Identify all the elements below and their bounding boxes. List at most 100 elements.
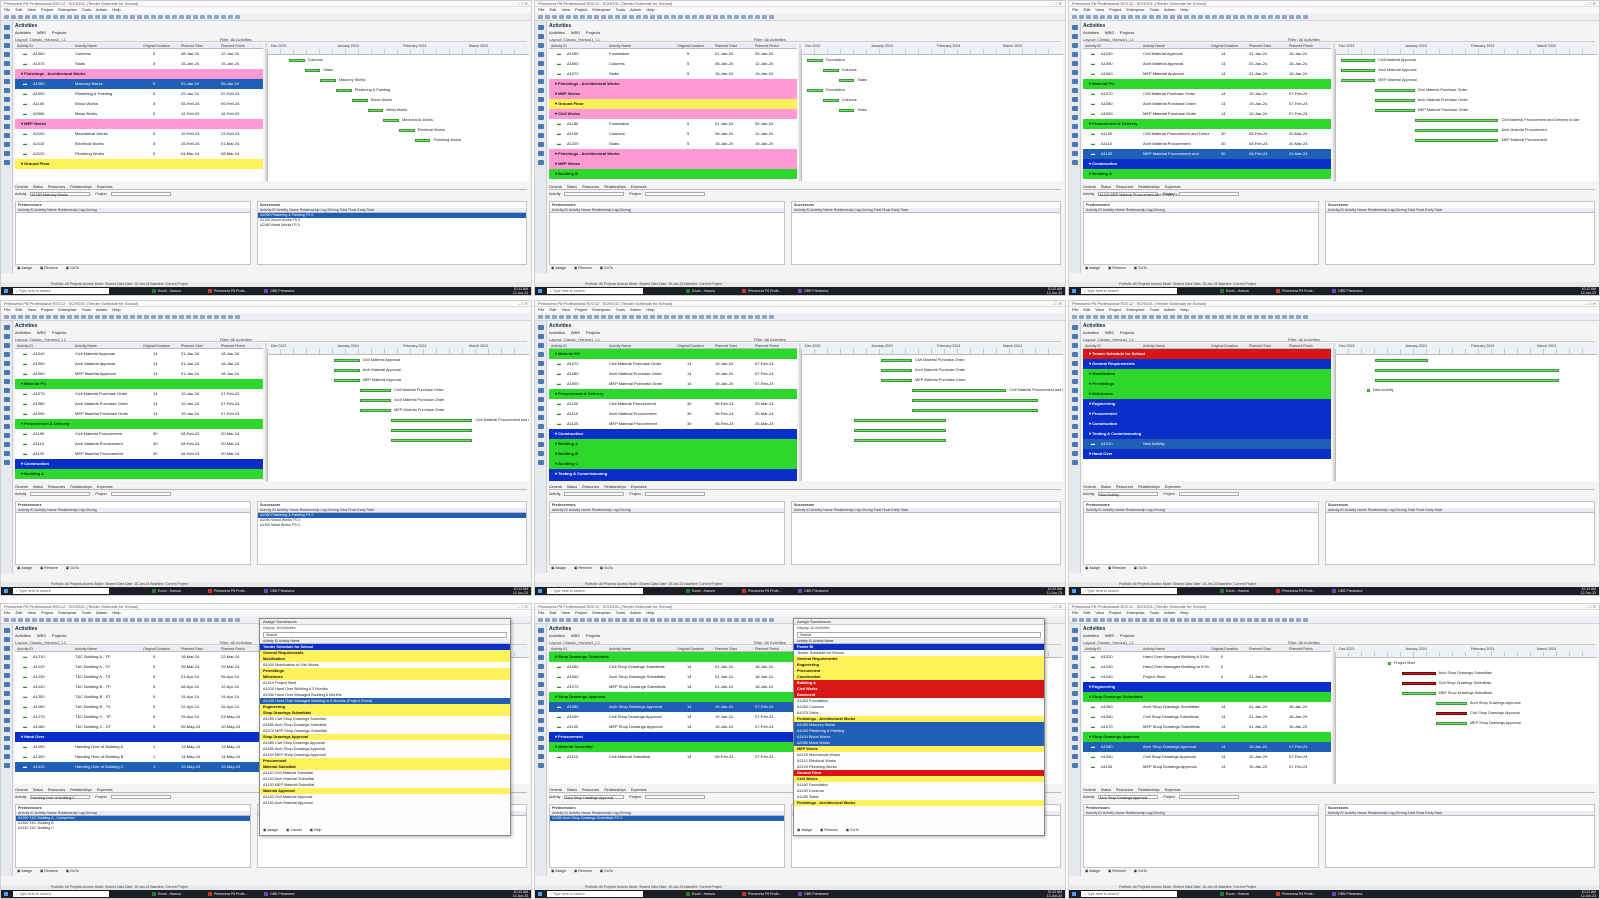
toolbar-icon[interactable]	[559, 15, 564, 19]
menu-item-admin[interactable]: Admin	[96, 307, 107, 312]
remove-button[interactable]: ▣ Remove	[40, 266, 58, 270]
toolbar-icon[interactable]	[123, 15, 128, 19]
directory-icon[interactable]	[538, 79, 544, 84]
tab-activities[interactable]: Activities	[1083, 330, 1099, 335]
directory-icon[interactable]	[4, 61, 10, 66]
tab-expenses[interactable]: Expenses	[631, 788, 647, 792]
directory-icon[interactable]	[4, 709, 10, 714]
table-row[interactable]: ▬ A1100 Civil Material Procurement and Del…	[1083, 129, 1331, 139]
predecessor-row[interactable]: A1310 T&C Building C	[16, 826, 250, 831]
directory-icon[interactable]	[4, 745, 10, 750]
directory-icon[interactable]	[1072, 673, 1078, 678]
toolbar-icon[interactable]	[88, 618, 93, 622]
toolbar-icon[interactable]	[235, 15, 240, 19]
table-row[interactable]: ▬ A1180 Foundation 5 01-Jan-24 05-Jan-24	[549, 119, 797, 129]
gantt-bar[interactable]	[288, 59, 305, 62]
menu-item-help[interactable]: Help	[646, 7, 654, 12]
table-row[interactable]: ▬ A1070 Slabs 5 15-Jan-24 19-Jan-24	[549, 69, 797, 79]
menu-item-tools[interactable]: Tools	[82, 307, 91, 312]
table-row[interactable]: ▬ A1050 Arch Shop Drawings Submittals 14 01-…	[1083, 702, 1331, 712]
project-field[interactable]	[110, 795, 171, 800]
toolbar-icon[interactable]	[538, 15, 543, 19]
gantt-bar[interactable]	[1414, 129, 1499, 132]
toolbar-icon[interactable]	[1233, 15, 1238, 19]
directory-icon[interactable]	[4, 763, 10, 768]
toolbar-icon[interactable]	[1163, 15, 1168, 19]
toolbar-icon[interactable]	[1135, 15, 1140, 19]
toolbar-icon[interactable]	[769, 15, 774, 19]
toolbar-icon[interactable]	[1240, 15, 1245, 19]
toolbar-icon[interactable]	[552, 315, 557, 319]
wbs-row[interactable]: ▾ Building A	[549, 439, 797, 449]
toolbar-icon[interactable]	[39, 15, 44, 19]
menu-item-help[interactable]: Help	[112, 610, 120, 615]
toolbar-icon[interactable]	[32, 15, 37, 19]
gantt-bar[interactable]	[333, 359, 360, 362]
toolbar-icon[interactable]	[1170, 15, 1175, 19]
directory-icon[interactable]	[538, 133, 544, 138]
wbs-row[interactable]: ▾ Procurement & Delivery	[549, 389, 797, 399]
toolbar-icon[interactable]	[636, 618, 641, 622]
table-row[interactable]: ▬ A1050 Arch Material Approval 14 01-Jan-24 1…	[1083, 59, 1331, 69]
toolbar-icon[interactable]	[1303, 315, 1308, 319]
tab-activities[interactable]: Activities	[549, 633, 565, 638]
toolbar-icon[interactable]	[1219, 618, 1224, 622]
table-row[interactable]: ▬ A1310 Handing Over of Building C 1 15-May-…	[15, 762, 263, 772]
toolbar-icon[interactable]	[1240, 315, 1245, 319]
taskbar-app[interactable]: OBS Primavera	[263, 588, 294, 594]
toolbar-icon[interactable]	[580, 618, 585, 622]
window-controls[interactable]: – □ ✕	[1052, 605, 1062, 609]
toolbar-icon[interactable]	[1247, 15, 1252, 19]
toolbar-icon[interactable]	[1079, 315, 1084, 319]
gantt-bar[interactable]	[1375, 89, 1415, 92]
goto-button[interactable]: ▣ GoTo	[66, 266, 79, 270]
wbs-row[interactable]: ▾ General Requirements	[1083, 359, 1331, 369]
menu-item-project[interactable]: Project	[575, 307, 587, 312]
toolbar-icon[interactable]	[1184, 315, 1189, 319]
toolbar-icon[interactable]	[643, 315, 648, 319]
gantt-bar[interactable]	[854, 419, 947, 422]
directory-icon[interactable]	[538, 25, 544, 30]
gantt-bar[interactable]	[1375, 379, 1559, 382]
menu-item-help[interactable]: Help	[112, 307, 120, 312]
project-field[interactable]	[1178, 192, 1239, 197]
taskbar-app[interactable]: Primavera P6 Profe...	[207, 891, 247, 897]
toolbar-icon[interactable]	[559, 618, 564, 622]
table-row[interactable]: ▬ A1290 Handing Over of Building A 1 13-May-…	[15, 742, 263, 752]
gantt-bar[interactable]	[854, 429, 947, 432]
project-field[interactable]	[1178, 492, 1239, 497]
menu-item-tools[interactable]: Tools	[616, 610, 625, 615]
toolbar-icon[interactable]	[207, 315, 212, 319]
toolbar-icon[interactable]	[67, 618, 72, 622]
toolbar-icon[interactable]	[1107, 315, 1112, 319]
tab-expenses[interactable]: Expenses	[97, 185, 113, 189]
toolbar-icon[interactable]	[1261, 618, 1266, 622]
toolbar-icon[interactable]	[137, 15, 142, 19]
wbs-row[interactable]: ▾ Testing & Commissioning	[1083, 429, 1331, 439]
directory-icon[interactable]	[4, 673, 10, 678]
goto-button[interactable]: ▣ GoTo	[600, 566, 613, 570]
toolbar-icon[interactable]	[1261, 15, 1266, 19]
goto-button[interactable]: ▣ GoTo	[66, 869, 79, 873]
windows-start-icon[interactable]	[538, 289, 542, 293]
menu-item-admin[interactable]: Admin	[96, 7, 107, 12]
toolbar-icon[interactable]	[664, 618, 669, 622]
toolbar-icon[interactable]	[1198, 15, 1203, 19]
layout-label[interactable]: Layout: Classic_Hamza1_L1	[549, 337, 600, 342]
taskbar-search[interactable]: ⌕ Type here to search	[1081, 891, 1177, 897]
menu-item-project[interactable]: Project	[41, 307, 53, 312]
tab-expenses[interactable]: Expenses	[1165, 788, 1181, 792]
toolbar-icon[interactable]	[657, 618, 662, 622]
menu-item-view[interactable]: View	[1095, 7, 1104, 12]
wbs-row[interactable]: ▾ Procurement & Delivery	[15, 419, 263, 429]
table-row[interactable]: ▬ A1070 Civil Material Purchase Order 14 19-…	[1083, 89, 1331, 99]
directory-icon[interactable]	[4, 133, 10, 138]
directory-icon[interactable]	[4, 370, 10, 375]
directory-icon[interactable]	[1072, 628, 1078, 633]
toolbar-icon[interactable]	[172, 618, 177, 622]
table-row[interactable]: ▬ A1050 Arch Material Approval 14 01-Jan-24 1…	[15, 359, 263, 369]
toolbar-icon[interactable]	[1149, 15, 1154, 19]
toolbar-icon[interactable]	[1212, 315, 1217, 319]
gantt-bar[interactable]	[391, 429, 473, 432]
toolbar-icon[interactable]	[706, 15, 711, 19]
